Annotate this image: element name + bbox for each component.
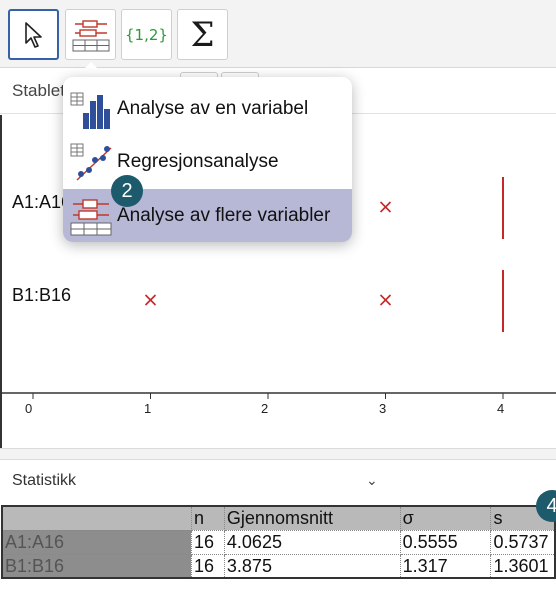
menu-item-label: Analyse av flere variabler <box>117 204 331 226</box>
list-tool-button[interactable]: {1,2} <box>121 9 172 60</box>
row-header-cell: B1:B16 <box>1 553 192 579</box>
stats-dropdown[interactable]: Statistikk <box>12 472 76 490</box>
header-cell: σ <box>399 505 492 531</box>
one-variable-histogram-icon <box>70 92 110 129</box>
row-header-cell: A1:A16 <box>1 529 192 555</box>
menu-item-label: Analyse av en variabel <box>117 98 309 119</box>
toolbar: {1,2} Σ <box>0 0 556 68</box>
table-cell: 16 <box>190 529 225 555</box>
sigma-icon: Σ <box>190 14 215 55</box>
x-tick-label: 4 <box>497 401 505 416</box>
table-cell: 0.5555 <box>399 529 492 555</box>
data-point <box>379 201 392 213</box>
x-tick-label: 1 <box>144 401 152 416</box>
panel-divider <box>0 448 556 460</box>
menu-item-regression[interactable]: Regresjonsanalyse <box>63 136 352 188</box>
list-tool-label: {1,2} <box>125 25 168 44</box>
menu-item-label: Regresjonsanalyse <box>117 151 279 172</box>
table-cell: 4.0625 <box>223 529 401 555</box>
step-badge: 2 <box>111 175 143 207</box>
table-cell: 0.5737 <box>490 529 556 555</box>
header-cell <box>1 505 192 531</box>
menu-item-multi-variable[interactable]: Analyse av flere variabler <box>63 189 352 242</box>
table-row: A1:A16 16 4.0625 0.5555 0.5737 <box>1 529 556 555</box>
data-point <box>379 294 392 306</box>
table-cell: 3.875 <box>223 553 401 579</box>
menu-item-one-variable[interactable]: Analyse av en variabel <box>63 83 352 135</box>
stats-header: Statistikk ⌄ <box>0 460 556 504</box>
chevron-down-icon[interactable]: ⌄ <box>366 472 378 489</box>
move-tool-button[interactable] <box>8 9 59 60</box>
menu-pointer <box>76 62 106 77</box>
table-cell: 16 <box>190 553 225 579</box>
header-cell: Gjennomsnitt <box>223 505 401 531</box>
analysis-menu: Analyse av en variabel Regresjonsanalyse <box>63 77 352 242</box>
table-cell: 1.3601 <box>490 553 556 579</box>
table-header-row: n Gjennomsnitt σ s <box>1 505 556 531</box>
x-tick-label: 2 <box>261 401 269 416</box>
cursor-arrow-icon <box>24 21 42 48</box>
statistics-table: n Gjennomsnitt σ s A1:A16 16 4.0625 0.55… <box>1 505 556 579</box>
multi-variable-boxplot-icon <box>70 198 112 235</box>
data-point <box>144 294 157 306</box>
multi-variable-boxplot-icon <box>72 19 109 51</box>
header-cell: n <box>190 505 225 531</box>
sum-tool-button[interactable]: Σ <box>177 9 228 60</box>
regression-scatter-icon <box>70 143 112 181</box>
table-cell: 1.317 <box>399 553 492 579</box>
x-tick-label: 0 <box>25 401 33 416</box>
table-row: B1:B16 16 3.875 1.317 1.3601 <box>1 553 556 579</box>
analysis-tool-button[interactable] <box>65 9 116 60</box>
x-tick-label: 3 <box>379 401 387 416</box>
